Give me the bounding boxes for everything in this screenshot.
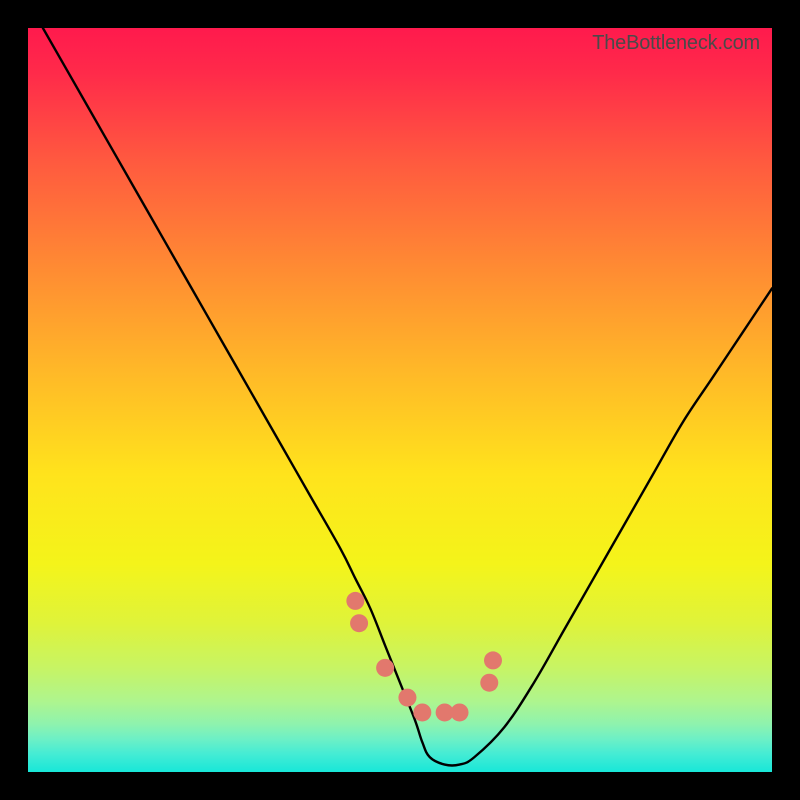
marker-points <box>346 592 502 722</box>
chart-frame: TheBottleneck.com <box>0 0 800 800</box>
marker-dot <box>484 651 502 669</box>
marker-dot <box>350 614 368 632</box>
chart-svg <box>28 28 772 772</box>
marker-dot <box>398 689 416 707</box>
bottleneck-curve <box>43 28 772 766</box>
marker-dot <box>451 703 469 721</box>
watermark-label: TheBottleneck.com <box>592 32 760 55</box>
marker-dot <box>413 703 431 721</box>
marker-dot <box>376 659 394 677</box>
marker-dot <box>480 674 498 692</box>
marker-dot <box>346 592 364 610</box>
plot-area: TheBottleneck.com <box>28 28 772 772</box>
